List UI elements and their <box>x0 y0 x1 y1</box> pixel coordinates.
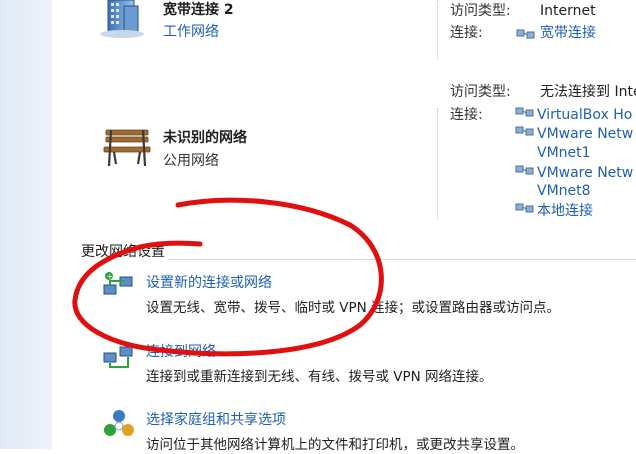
new-connection-icon: + <box>103 272 133 295</box>
connect-to-network-description: 连接到或重新连接到无线、有线、拨号或 VPN 网络连接。 <box>146 369 493 385</box>
network-2-type: 公用网络 <box>163 153 219 169</box>
network-adapter-icon <box>515 201 537 221</box>
connection-link[interactable]: VMnet1 <box>537 145 591 161</box>
network-building-icon <box>100 0 144 38</box>
network-adapter-icon <box>515 163 537 183</box>
network-1-access-label: 访问类型: <box>450 3 511 19</box>
divider-network-1 <box>437 0 438 60</box>
connect-to-network-link[interactable]: 连接到网络 <box>146 343 216 362</box>
park-bench-icon <box>103 129 151 167</box>
connection-item-vmnet1-line2[interactable]: VMnet1 <box>537 144 591 163</box>
network-adapter-icon <box>515 105 537 125</box>
network-1-name: 宽带连接 2 <box>163 2 234 18</box>
network-adapter-icon <box>516 26 536 45</box>
connection-item-virtualbox[interactable]: VirtualBox Ho <box>515 105 632 125</box>
connection-link[interactable]: VMnet8 <box>537 183 591 199</box>
heading-separator <box>168 259 636 260</box>
connection-link[interactable]: VMware Netw <box>537 165 633 181</box>
homegroup-sharing-link[interactable]: 选择家庭组和共享选项 <box>146 411 286 430</box>
homegroup-icon <box>104 410 134 436</box>
network-2-name: 未识别的网络 <box>163 130 247 146</box>
connection-item-vmnet8-line2[interactable]: VMnet8 <box>537 182 591 201</box>
left-navigation-pane <box>0 0 52 449</box>
svg-text:+: + <box>107 272 114 281</box>
network-1-connection-link[interactable]: 宽带连接 <box>540 24 596 43</box>
setup-new-connection-description: 设置无线、宽带、拨号、临时或 VPN 连接；或设置路由器或访问点。 <box>146 300 561 316</box>
setup-new-connection-link[interactable]: 设置新的连接或网络 <box>146 274 272 293</box>
connection-item-vmnet1[interactable]: VMware Netw <box>515 124 633 144</box>
connection-item-vmnet8[interactable]: VMware Netw <box>515 163 633 183</box>
section-heading-change-settings: 更改网络设置 <box>81 244 165 260</box>
divider-network-2 <box>437 108 438 220</box>
connection-link[interactable]: 本地连接 <box>537 203 593 219</box>
network-2-access-value: 无法连接到 Inte <box>540 84 636 100</box>
connection-link[interactable]: VirtualBox Ho <box>537 107 632 123</box>
network-2-access-label: 访问类型: <box>450 84 511 100</box>
homegroup-sharing-description: 访问位于其他网络计算机上的文件和打印机，或更改共享设置。 <box>146 437 524 453</box>
connection-item-local[interactable]: 本地连接 <box>515 201 593 221</box>
network-1-connection-label: 连接: <box>450 25 483 41</box>
connect-to-network-icon <box>103 346 133 368</box>
network-adapter-icon <box>515 124 537 144</box>
network-2-connection-label: 连接: <box>450 107 483 123</box>
network-1-access-value: Internet <box>540 3 596 19</box>
network-1-type-link[interactable]: 工作网络 <box>163 23 219 42</box>
connection-link[interactable]: VMware Netw <box>537 126 633 142</box>
